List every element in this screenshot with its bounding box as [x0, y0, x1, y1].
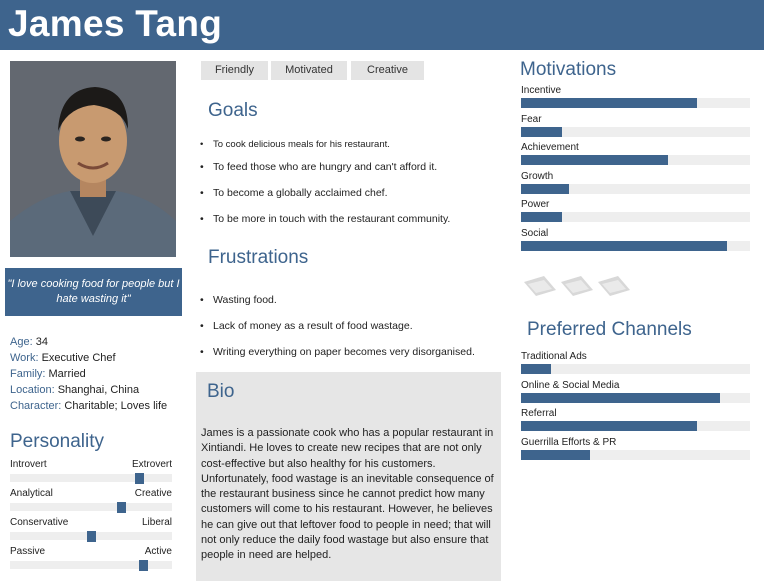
goal-item: To become a globally acclaimed chef. — [200, 187, 388, 199]
detail-character: Character: Charitable; Loves life — [10, 398, 167, 414]
tag-creative: Creative — [351, 61, 424, 80]
motivation-track — [521, 241, 750, 251]
detail-value: Married — [48, 368, 86, 380]
goal-text: To cook delicious meals for his restaura… — [213, 139, 390, 150]
channel-fill — [521, 393, 721, 403]
trait-right-label: Creative — [134, 488, 172, 499]
brand-logo-icon — [596, 272, 632, 298]
motivation-fill — [521, 98, 698, 108]
trait-row: Introvert Extrovert — [0, 459, 172, 487]
detail-key: Age: — [10, 336, 33, 348]
trait-track — [10, 561, 172, 569]
trait-right-label: Extrovert — [131, 459, 172, 470]
motivation-track — [521, 184, 750, 194]
goal-text: To feed those who are hungry and can't a… — [213, 161, 438, 173]
frustration-text: Writing everything on paper becomes very… — [213, 346, 475, 358]
motivation-fill — [521, 127, 563, 137]
trait-row: Conservative Liberal — [0, 517, 172, 545]
detail-key: Family: — [10, 368, 46, 380]
trait-row: Passive Active — [0, 546, 172, 574]
detail-key: Location: — [10, 384, 55, 396]
persona-name: James Tang — [8, 3, 223, 44]
channel-track — [521, 364, 750, 374]
trait-marker — [117, 502, 127, 513]
trait-track — [10, 503, 172, 511]
portrait-image — [10, 61, 176, 257]
motivations-title: Motivations — [520, 59, 617, 80]
channel-track — [521, 393, 750, 403]
brand-logo-icon — [559, 272, 595, 298]
channel-label: Referral — [521, 408, 557, 419]
trait-marker — [138, 560, 148, 571]
motivation-label: Fear — [521, 114, 542, 125]
detail-age: Age: 34 — [10, 334, 48, 350]
channel-label: Guerrilla Efforts & PR — [521, 437, 617, 448]
motivation-fill — [521, 212, 563, 222]
persona-photo — [10, 61, 176, 257]
detail-value: Executive Chef — [41, 352, 116, 364]
channel-track — [521, 450, 750, 460]
trait-left-label: Conservative — [10, 517, 69, 528]
channel-fill — [521, 364, 551, 374]
goal-text: To be more in touch with the restaurant … — [213, 213, 451, 225]
motivation-label: Power — [521, 199, 550, 210]
persona-quote: "I love cooking food for people but I ha… — [5, 268, 182, 316]
detail-work: Work: Executive Chef — [10, 350, 116, 366]
channel-label: Online & Social Media — [521, 380, 620, 391]
frustration-item: Wasting food. — [200, 294, 277, 306]
bio-title: Bio — [207, 381, 235, 402]
goal-text: To become a globally acclaimed chef. — [213, 187, 388, 199]
goal-item: To cook delicious meals for his restaura… — [200, 139, 390, 150]
trait-left-label: Passive — [10, 546, 46, 557]
goals-title: Goals — [208, 100, 258, 121]
trait-left-label: Analytical — [10, 488, 53, 499]
motivation-label: Achievement — [521, 142, 579, 153]
motivation-track — [521, 127, 750, 137]
detail-key: Character: — [10, 400, 62, 412]
detail-value: Shanghai, China — [57, 384, 140, 396]
motivation-track — [521, 98, 750, 108]
detail-location: Location: Shanghai, China — [10, 382, 139, 398]
detail-family: Family: Married — [10, 366, 86, 382]
channel-label: Traditional Ads — [521, 351, 587, 362]
trait-track — [10, 474, 172, 482]
motivation-label: Growth — [521, 171, 554, 182]
motivation-label: Incentive — [521, 85, 562, 96]
motivation-label: Social — [521, 228, 549, 239]
goal-item: To feed those who are hungry and can't a… — [200, 161, 437, 173]
tag-motivated: Motivated — [271, 61, 347, 80]
motivation-track — [521, 212, 750, 222]
goal-item: To be more in touch with the restaurant … — [200, 213, 450, 225]
channel-track — [521, 421, 750, 431]
detail-value: 34 — [35, 336, 48, 348]
channels-title: Preferred Channels — [527, 319, 692, 340]
motivation-fill — [521, 155, 668, 165]
brand-logo-icon — [522, 272, 558, 298]
frustration-item: Writing everything on paper becomes very… — [200, 346, 475, 358]
motivation-fill — [521, 241, 728, 251]
detail-value: Charitable; Loves life — [64, 400, 168, 412]
trait-marker — [86, 531, 96, 542]
channel-fill — [521, 421, 698, 431]
frustration-text: Wasting food. — [213, 294, 277, 306]
bio-text: James is a passionate cook who has a pop… — [201, 427, 494, 562]
trait-marker — [135, 473, 145, 484]
channel-fill — [521, 450, 590, 460]
trait-right-label: Liberal — [141, 517, 172, 528]
frustration-text: Lack of money as a result of food wastag… — [213, 320, 413, 332]
frustration-item: Lack of money as a result of food wastag… — [200, 320, 413, 332]
trait-row: Analytical Creative — [0, 488, 172, 516]
trait-right-label: Active — [144, 546, 172, 557]
motivation-track — [521, 155, 750, 165]
frustrations-title: Frustrations — [208, 247, 309, 268]
motivation-fill — [521, 184, 570, 194]
personality-title: Personality — [10, 431, 104, 452]
detail-key: Work: — [10, 352, 39, 364]
tag-friendly: Friendly — [201, 61, 268, 80]
trait-left-label: Introvert — [10, 459, 47, 470]
